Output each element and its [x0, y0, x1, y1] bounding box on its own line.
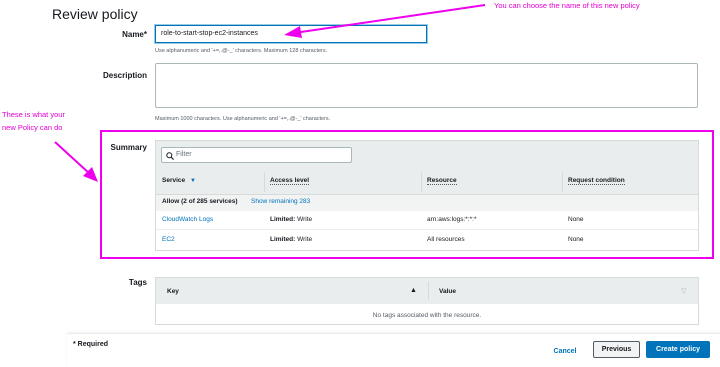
sort-down-icon[interactable]: ▽: [681, 287, 686, 295]
name-label: Name*: [122, 30, 147, 39]
tags-table: Key ▲ Value ▽ No tags associated with th…: [155, 277, 699, 325]
column-header-request-condition[interactable]: Request condition: [568, 177, 625, 185]
search-icon: [166, 152, 174, 160]
description-label: Description: [102, 71, 147, 80]
summary-annotation-line1: These is what your: [2, 110, 65, 119]
description-hint: Maximum 1000 characters. Use alphanumeri…: [155, 116, 331, 122]
name-annotation-text: You can choose the name of this new poli…: [494, 1, 640, 10]
create-policy-button[interactable]: Create policy: [646, 341, 710, 358]
column-header-service-label: Service: [162, 177, 186, 184]
filter-input[interactable]: Filter: [161, 147, 352, 163]
allow-group-label: Allow (2 of 285 services): [162, 198, 238, 205]
page-title: Review policy: [52, 6, 138, 22]
cancel-button[interactable]: Cancel: [545, 345, 585, 359]
filter-placeholder: Filter: [176, 151, 192, 158]
service-link-ec2[interactable]: EC2: [162, 236, 175, 243]
condition-cell: None: [568, 216, 584, 223]
column-header-access-level[interactable]: Access level: [270, 177, 310, 185]
column-header-service[interactable]: Service ▼: [162, 177, 196, 184]
description-textarea[interactable]: [155, 63, 698, 108]
resource-cell: All resources: [427, 236, 465, 243]
summary-table: Filter Service ▼ Access level Resource R…: [155, 140, 699, 251]
show-remaining-link[interactable]: Show remaining 283: [251, 198, 310, 205]
sort-up-icon[interactable]: ▲: [410, 287, 417, 294]
tags-empty-message: No tags associated with the resource.: [372, 312, 482, 319]
name-hint: Use alphanumeric and '+=,.@-_' character…: [155, 48, 328, 54]
name-annotation-arrow: [284, 4, 486, 38]
summary-label: Summary: [110, 143, 147, 152]
tags-table-header: [156, 278, 698, 304]
column-header-resource[interactable]: Resource: [427, 177, 457, 185]
access-level-cell: Limited: Write: [270, 216, 313, 223]
access-level-cell: Limited: Write: [270, 236, 313, 243]
tags-label: Tags: [128, 278, 147, 287]
required-note: * Required: [73, 341, 109, 348]
previous-button[interactable]: Previous: [593, 341, 640, 358]
resource-cell: arn:aws:logs:*:*:*: [427, 216, 477, 223]
condition-cell: None: [568, 236, 584, 243]
service-link-cloudwatch-logs[interactable]: CloudWatch Logs: [162, 216, 213, 223]
summary-annotation-line2: new Policy can do: [2, 123, 63, 132]
column-header-value[interactable]: Value: [439, 288, 456, 295]
column-header-key[interactable]: Key: [167, 288, 179, 295]
sort-down-icon: ▼: [189, 178, 196, 184]
